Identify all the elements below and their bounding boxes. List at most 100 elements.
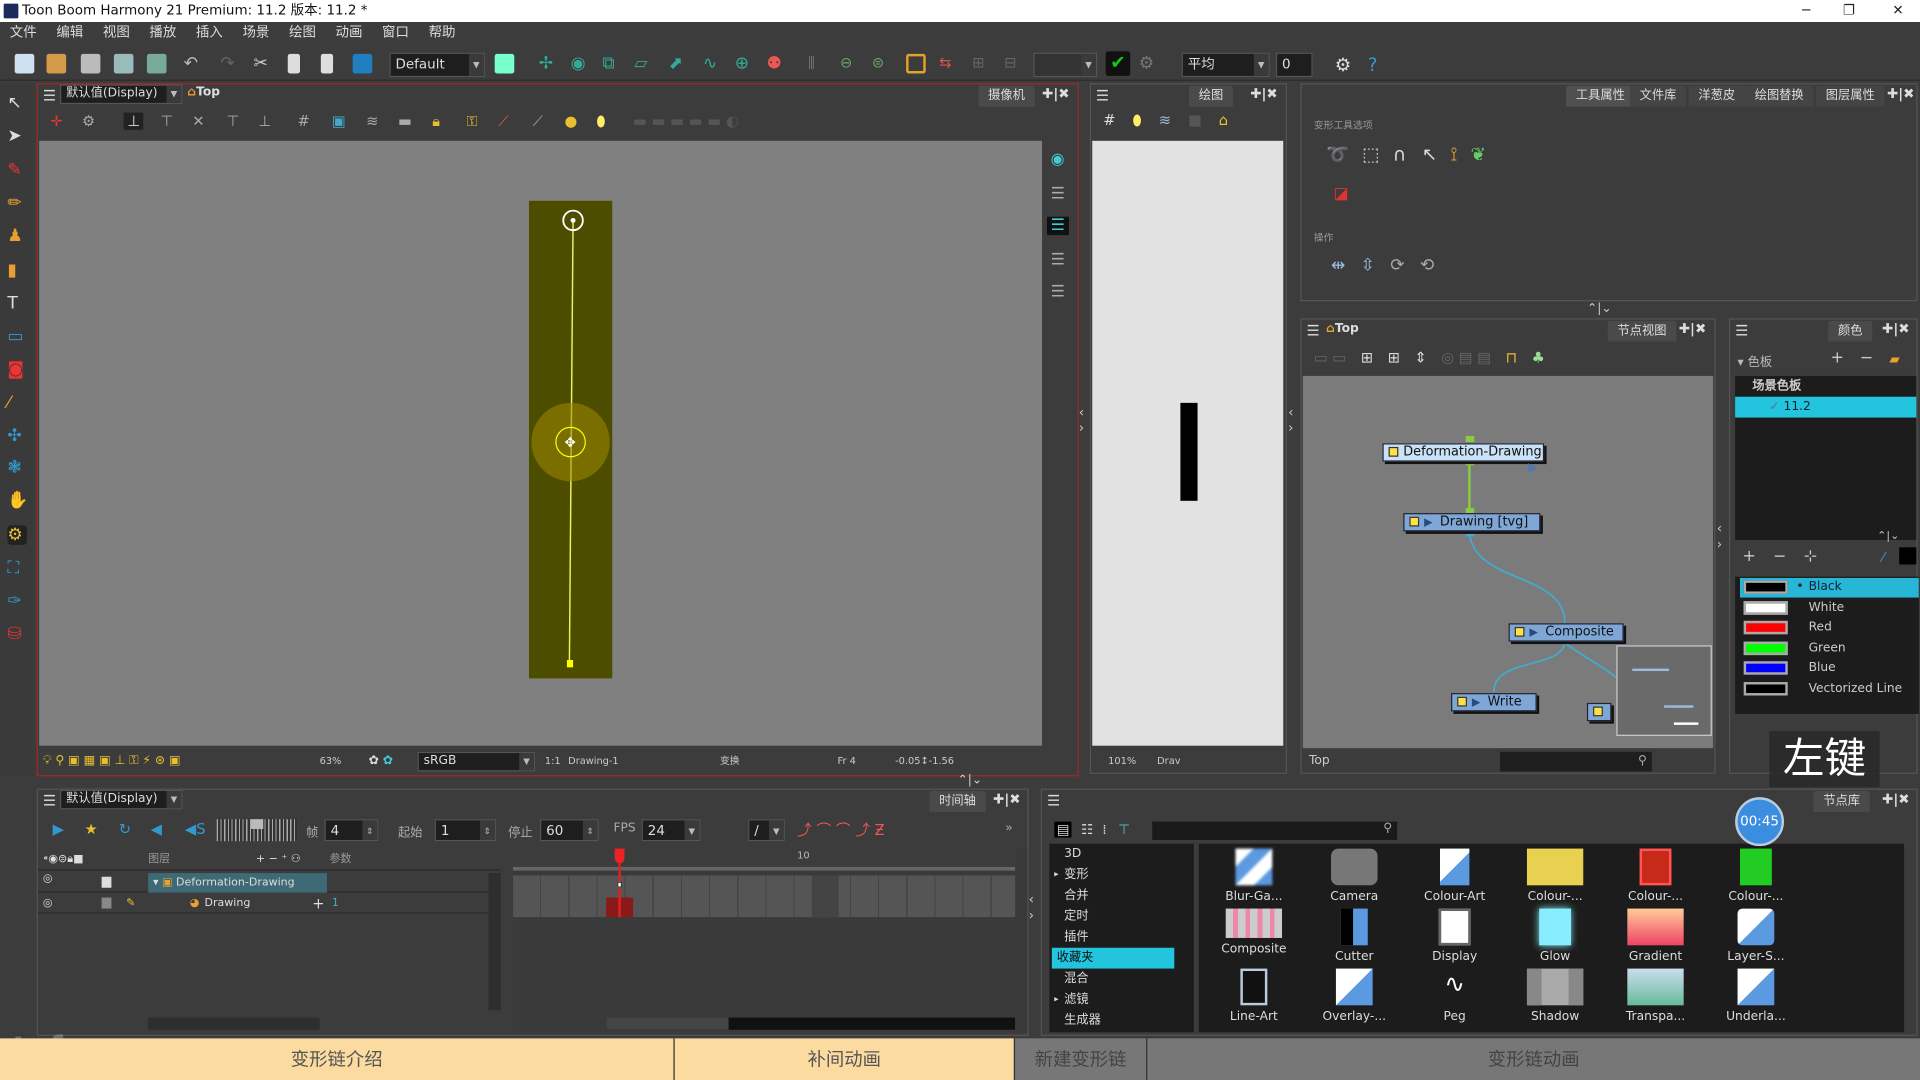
add-deform-icon[interactable]: ✛ xyxy=(50,113,62,130)
playhead-handle[interactable] xyxy=(614,848,625,864)
deform-icon[interactable]: ⇆ xyxy=(939,54,959,74)
collapse-arrows[interactable]: ⌃|⌄ xyxy=(1587,302,1612,315)
panel-menu-icon[interactable]: ☰ xyxy=(43,87,56,104)
collapse-arrows[interactable]: ⌃|⌄ xyxy=(958,774,983,787)
time-ruler[interactable]: 10 xyxy=(513,848,1016,871)
workspace-select[interactable]: Default ▼ xyxy=(389,52,485,78)
tab-drawing[interactable]: 绘图 xyxy=(1188,85,1234,107)
lasso-deform-icon[interactable]: ⟟ xyxy=(1450,143,1457,165)
layers-3-icon[interactable]: ☰ xyxy=(1051,283,1065,301)
cut-icon[interactable]: ✂ xyxy=(253,54,273,74)
save-as-icon[interactable] xyxy=(113,53,134,74)
move-icon[interactable]: ⬈ xyxy=(669,54,689,74)
camera-viewport[interactable]: ✥ xyxy=(39,140,1043,746)
library-node-item[interactable]: Line-Art xyxy=(1211,968,1297,1024)
library-node-item[interactable]: Underla... xyxy=(1713,968,1799,1024)
sound-icon[interactable]: ◀ xyxy=(151,820,162,837)
grid-icon[interactable]: # xyxy=(298,113,310,130)
minimize-button[interactable]: ─ xyxy=(1788,0,1825,22)
library-node-item[interactable]: Colour-... xyxy=(1713,848,1799,904)
swatch-row[interactable]: White xyxy=(1740,598,1919,618)
paste-icon[interactable] xyxy=(320,53,334,74)
help-icon[interactable]: ? xyxy=(1368,54,1388,76)
menu-window[interactable]: 窗口 xyxy=(372,22,419,44)
deform-curve-icon[interactable]: ✕ xyxy=(192,113,204,130)
options-gear-icon[interactable]: ⚙ xyxy=(82,113,95,130)
node-deformation-drawing[interactable]: Deformation-Drawing ▶ xyxy=(1382,443,1545,475)
undo-icon[interactable]: ↶ xyxy=(184,54,204,74)
library-node-item[interactable]: Colour-Art xyxy=(1412,848,1498,904)
library-node-item[interactable]: Camera xyxy=(1311,848,1397,904)
frame-grid[interactable]: 10 xyxy=(513,848,1028,1033)
onion-icon[interactable]: ≋ xyxy=(366,113,378,130)
stepper-icon[interactable]: ⇕ xyxy=(480,820,495,841)
deform-node-icon[interactable]: ⊤ xyxy=(160,113,173,130)
layers-icon[interactable]: ☰ xyxy=(1051,185,1065,203)
curve-point-icon[interactable]: ⊖ xyxy=(840,54,860,74)
dropper-tool-icon[interactable]: ⁄ xyxy=(7,393,27,413)
close-button[interactable]: ✕ xyxy=(1880,0,1917,22)
library-node-item[interactable]: Shadow xyxy=(1512,968,1598,1024)
view-preset-select[interactable]: 默认值(Display) ▼ xyxy=(60,84,183,105)
select-tool-icon[interactable]: ↖ xyxy=(7,93,27,113)
keyframe-marker[interactable] xyxy=(617,881,623,888)
frame-field[interactable]: 4 ⇕ xyxy=(324,819,379,842)
menu-play[interactable]: 播放 xyxy=(140,22,187,44)
workspace-manager-icon[interactable] xyxy=(494,53,515,74)
add-remove-layer-icons[interactable]: + − ⁺ ⚇ xyxy=(256,849,301,871)
open-icon[interactable] xyxy=(46,53,67,74)
category-item[interactable]: ▸ 滤镜 xyxy=(1054,989,1186,1010)
hide-deformer-icon[interactable]: ◪ xyxy=(1333,185,1348,203)
light-bulb-icon[interactable]: ⬮ xyxy=(1133,111,1142,128)
maximize-button[interactable]: ❐ xyxy=(1831,0,1868,22)
node-write[interactable]: ▶ Write xyxy=(1451,693,1537,712)
library-node-item[interactable]: Colour-... xyxy=(1512,848,1598,904)
tab-drawing-substitution[interactable]: 绘图替换 xyxy=(1744,85,1814,107)
bottom-tab-intro[interactable]: 变形链介绍 xyxy=(0,1038,674,1080)
stamp-tool-icon[interactable]: ♟ xyxy=(7,227,27,247)
swatch-row[interactable]: Red xyxy=(1740,618,1919,638)
tab-layer-properties[interactable]: 图层属性 xyxy=(1815,85,1885,107)
node-partial[interactable] xyxy=(1586,702,1612,722)
rotate-cw-icon[interactable]: ⟳ xyxy=(1390,256,1404,276)
layer-h-scrollbar[interactable] xyxy=(148,1017,320,1030)
morph-tool-icon[interactable]: ❃ xyxy=(7,458,27,478)
category-item[interactable]: 定时 xyxy=(1064,906,1186,927)
category-item[interactable]: ▸ 变形 xyxy=(1054,864,1186,885)
tree-view-icon[interactable]: ⁞ xyxy=(1102,822,1106,838)
breadcrumb[interactable]: ⌂Top xyxy=(1326,322,1359,335)
network-2-icon[interactable]: ⊞ xyxy=(1388,349,1400,366)
ink-tool-icon[interactable]: ⛁ xyxy=(7,624,27,644)
category-item[interactable]: 收藏夹 xyxy=(1051,947,1175,969)
brightness-icon[interactable]: ● xyxy=(564,113,577,130)
panel-add-close[interactable]: ✚|✖ xyxy=(1882,321,1909,337)
layers-active-icon[interactable]: ☰ xyxy=(1046,216,1069,236)
brush-tool-icon[interactable]: ✎ xyxy=(7,160,27,180)
ruler-icon[interactable]: ⟋ xyxy=(498,113,508,131)
zoom-level[interactable]: 101% xyxy=(1108,751,1136,773)
lamp-icon[interactable]: ⌂ xyxy=(1219,111,1228,128)
skew-icon[interactable]: ▱ xyxy=(634,54,654,74)
layer-visibility-icon[interactable]: ◎ xyxy=(43,873,53,885)
bottom-tab-tween[interactable]: 补间动画 xyxy=(673,1038,1014,1080)
node-search-input[interactable]: ⚲ xyxy=(1500,751,1652,772)
library-node-item[interactable]: Cutter xyxy=(1311,908,1397,964)
panel-menu-icon[interactable]: ☰ xyxy=(1307,322,1320,339)
menu-view[interactable]: 视图 xyxy=(93,22,140,44)
show-deform-icon[interactable]: ⊥ xyxy=(123,112,144,130)
arrange-icon[interactable]: ⇕ xyxy=(1414,349,1426,366)
tab-node-view[interactable]: 节点视图 xyxy=(1607,320,1677,342)
panel-add-close[interactable]: ✚|✖ xyxy=(993,791,1020,807)
panel-add-close[interactable]: ✚|✖ xyxy=(1042,86,1069,102)
text-tool-icon[interactable]: T xyxy=(7,294,27,314)
redo-icon[interactable]: ↷ xyxy=(220,54,240,74)
bottom-tab-chain-animation[interactable]: 变形链动画 xyxy=(1146,1038,1920,1080)
tab-onion-skin[interactable]: 洋葱皮 xyxy=(1688,85,1745,107)
empty-select[interactable]: ▼ xyxy=(1033,52,1098,78)
bone-icon[interactable]: ⚉ xyxy=(767,54,787,74)
layer-icon[interactable]: ■ xyxy=(1188,111,1202,128)
flip-vertical-icon[interactable]: ⇳ xyxy=(1361,256,1375,276)
library-node-item[interactable]: Blur-Ga... xyxy=(1211,848,1297,904)
tab-tool-properties[interactable]: 工具属性 xyxy=(1566,85,1635,107)
deformation-canvas[interactable]: ✥ xyxy=(39,141,1042,746)
